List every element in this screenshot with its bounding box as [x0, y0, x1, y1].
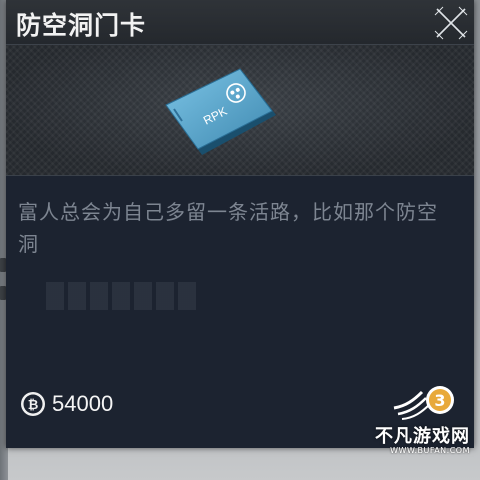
keycard-image: RPK [165, 68, 276, 155]
site-watermark: 3 不凡游戏网 WWW.BUFAN.COM [360, 382, 472, 462]
faded-background-text [46, 282, 196, 310]
item-title: 防空洞门卡 [16, 11, 147, 40]
watermark-url: WWW.BUFAN.COM [390, 446, 470, 455]
close-x-icon [434, 6, 468, 40]
svg-text:3: 3 [434, 391, 445, 410]
item-image-area: RPK [6, 45, 474, 176]
game-screen: 防空洞门卡 RPK 富人总会为自己多留一条活路，比如那个防空洞 ₿ 54000 … [0, 0, 480, 480]
bitcoin-coin-icon: ₿ [21, 392, 45, 416]
item-price: ₿ 54000 [20, 390, 113, 418]
watermark-name: 不凡游戏网 [375, 426, 470, 447]
item-detail-panel: 防空洞门卡 RPK 富人总会为自己多留一条活路，比如那个防空洞 ₿ 54000 [6, 0, 474, 448]
watermark-logo: 3 [393, 386, 454, 420]
panel-header: 防空洞门卡 [6, 0, 474, 45]
svg-text:₿: ₿ [28, 398, 39, 413]
close-button[interactable] [434, 6, 468, 40]
price-value: 54000 [52, 391, 114, 416]
item-description: 富人总会为自己多留一条活路，比如那个防空洞 [18, 200, 438, 256]
